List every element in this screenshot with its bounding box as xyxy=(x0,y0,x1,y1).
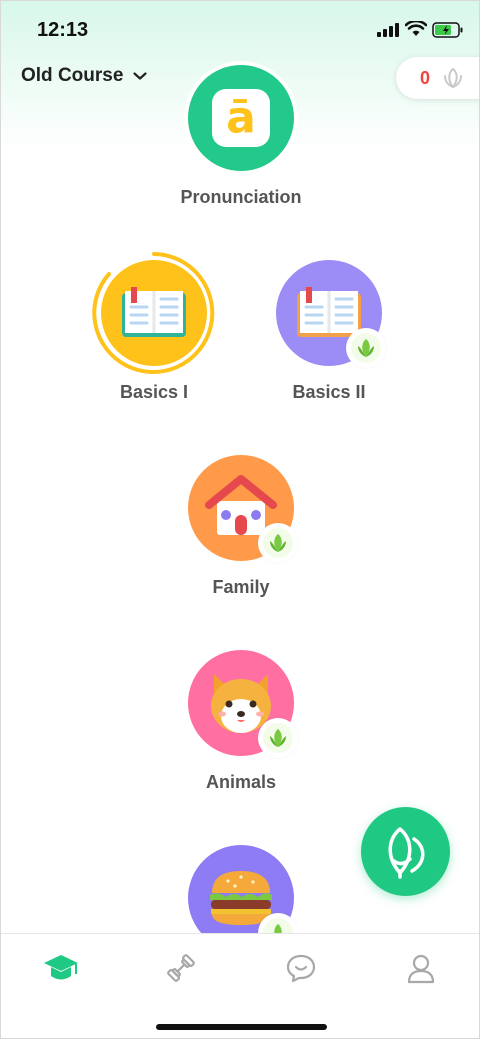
lesson-label-basics-2: Basics II xyxy=(292,382,366,402)
family-badge xyxy=(188,455,298,563)
lesson-basics-1[interactable]: Basics I xyxy=(74,252,234,403)
lesson-label-pronunciation: Pronunciation xyxy=(180,187,302,207)
app-screen: 12:13 Old Course 0 ā Pronunciation Basic… xyxy=(0,0,480,1039)
lesson-label-family: Family xyxy=(212,577,270,597)
leaf-coin-icon xyxy=(444,67,463,89)
lesson-animals[interactable]: Animals xyxy=(161,650,321,793)
leaf-icon xyxy=(388,826,424,879)
tab-bar xyxy=(1,933,479,1038)
basics-2-badge xyxy=(276,260,386,368)
battery-icon xyxy=(432,22,463,38)
lesson-label-basics-1: Basics I xyxy=(119,382,189,402)
dumbbell-icon xyxy=(167,954,195,982)
coin-count: 0 xyxy=(420,67,431,88)
review-leaf-button[interactable] xyxy=(361,807,450,896)
coin-counter[interactable]: 0 xyxy=(396,57,479,99)
status-time: 12:13 xyxy=(37,19,89,41)
animals-badge xyxy=(188,650,298,758)
home-indicator[interactable] xyxy=(156,1024,327,1030)
status-bar: 12:13 xyxy=(1,1,479,61)
leaf-icon xyxy=(270,534,286,552)
pronunciation-glyph: ā xyxy=(226,92,256,143)
lesson-family[interactable]: Family xyxy=(161,455,321,598)
book-icon xyxy=(122,287,186,337)
graduation-cap-icon xyxy=(44,955,78,980)
basics-1-badge xyxy=(92,252,215,374)
leaf-badge xyxy=(346,328,386,368)
lesson-basics-2[interactable]: Basics II xyxy=(249,260,409,403)
pronunciation-badge: ā xyxy=(188,65,294,171)
tab-practice[interactable] xyxy=(161,948,201,988)
chat-icon xyxy=(286,954,316,983)
profile-icon xyxy=(407,954,435,984)
chevron-down-icon xyxy=(133,72,148,80)
leaf-badge xyxy=(258,523,298,563)
leaf-icon xyxy=(270,729,286,747)
tab-chat[interactable] xyxy=(281,948,321,988)
lesson-pronunciation[interactable]: ā Pronunciation xyxy=(161,65,321,208)
wifi-icon xyxy=(405,21,427,36)
tab-learn[interactable] xyxy=(41,948,81,988)
course-label: Old Course xyxy=(21,65,124,86)
tab-profile[interactable] xyxy=(401,948,441,988)
lesson-label-animals: Animals xyxy=(205,772,277,792)
signal-icon xyxy=(377,23,399,37)
course-selector[interactable]: Old Course xyxy=(21,65,148,87)
leaf-badge xyxy=(258,718,298,758)
leaf-icon xyxy=(358,339,374,357)
